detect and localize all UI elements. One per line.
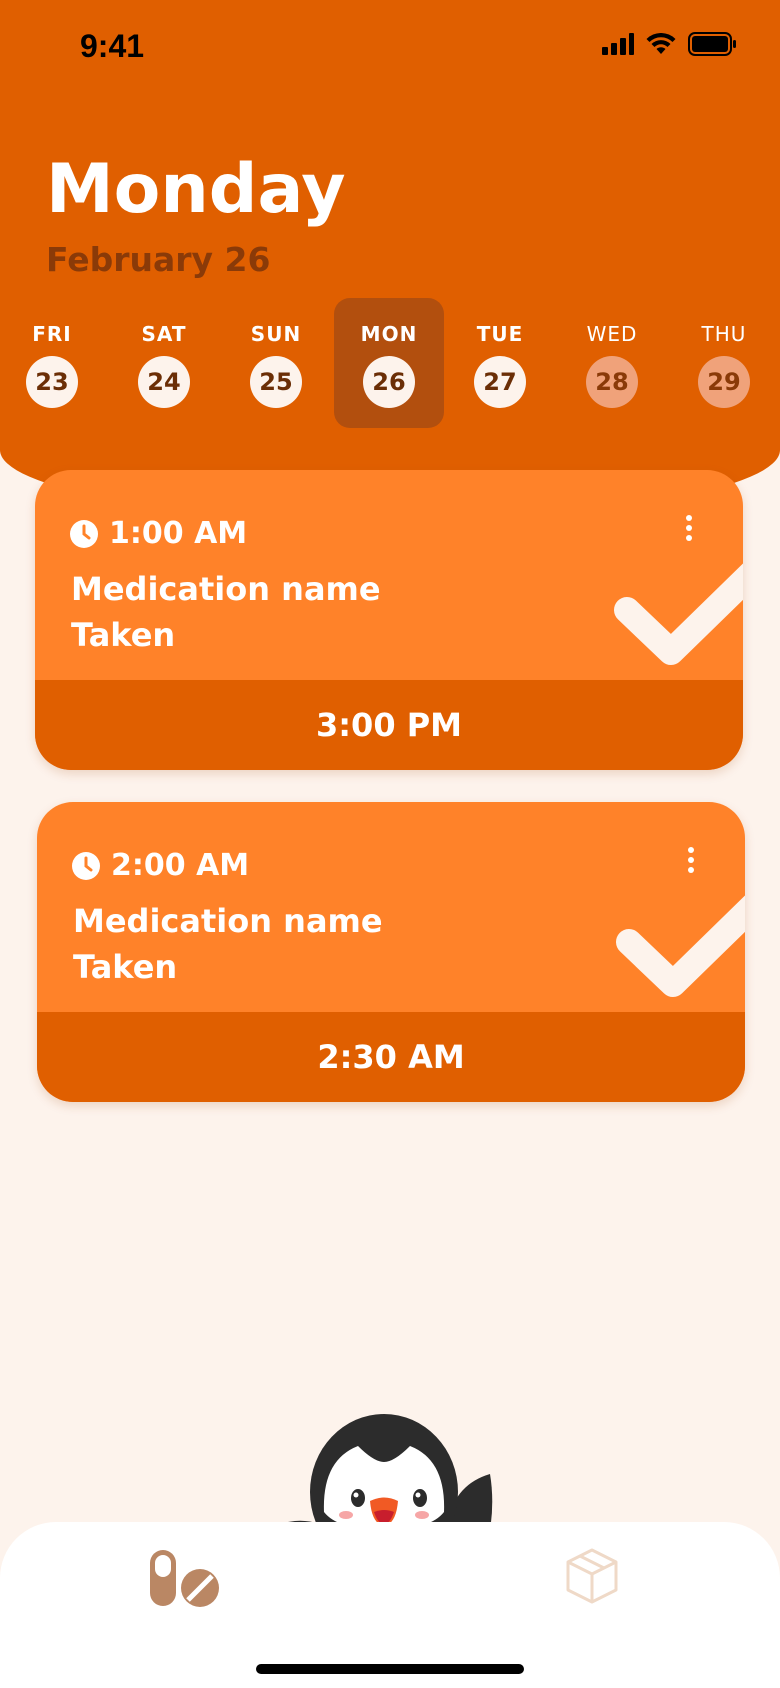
day-name: SAT	[141, 322, 187, 346]
dose-time: 2:00 AM	[71, 848, 249, 883]
day-sat[interactable]: SAT 24	[109, 298, 219, 428]
day-sun[interactable]: SUN 25	[221, 298, 331, 428]
pills-icon[interactable]	[148, 1548, 222, 1608]
day-name: WED	[586, 322, 638, 346]
clock-icon	[72, 851, 100, 880]
page-title: Monday	[46, 150, 346, 229]
week-day-picker: FRI 23 SAT 24 SUN 25 MON 26 TUE 27 WED 2…	[0, 298, 780, 428]
clock-icon	[70, 519, 98, 548]
battery-icon	[688, 32, 736, 56]
taken-at-time: 3:00 PM	[35, 680, 743, 770]
day-number: 27	[474, 356, 526, 408]
box-icon[interactable]	[564, 1546, 620, 1606]
day-number: 28	[586, 356, 638, 408]
day-tue[interactable]: TUE 27	[445, 298, 555, 428]
more-options-icon[interactable]	[679, 508, 699, 548]
day-thu[interactable]: THU 29	[669, 298, 779, 428]
dose-status: Taken	[71, 616, 176, 654]
day-fri[interactable]: FRI 23	[0, 298, 107, 428]
day-wed[interactable]: WED 28	[557, 298, 667, 428]
medication-name: Medication name	[73, 902, 383, 940]
day-name: TUE	[476, 322, 524, 346]
status-bar: 9:41	[0, 0, 780, 90]
day-number: 24	[138, 356, 190, 408]
dose-status: Taken	[73, 948, 178, 986]
day-number: 25	[250, 356, 302, 408]
day-number: 23	[26, 356, 78, 408]
day-number: 26	[363, 356, 415, 408]
day-name: THU	[701, 322, 747, 346]
status-icons	[602, 32, 736, 56]
day-name: MON	[360, 322, 418, 346]
day-name: FRI	[32, 322, 72, 346]
dose-card[interactable]: 2:00 AM Medication name Taken 2:30 AM	[37, 802, 745, 1102]
checkmark-icon	[614, 563, 743, 665]
date-subtitle: February 26	[46, 240, 271, 279]
medication-name: Medication name	[71, 570, 381, 608]
dose-card[interactable]: 1:00 AM Medication name Taken 3:00 PM	[35, 470, 743, 770]
day-number: 29	[698, 356, 750, 408]
dose-time-label: 2:00 AM	[111, 848, 250, 883]
more-options-icon[interactable]	[681, 840, 701, 880]
day-name: SUN	[250, 322, 302, 346]
day-mon[interactable]: MON 26	[334, 298, 444, 428]
cellular-signal-icon	[602, 33, 634, 55]
status-time: 9:41	[80, 28, 145, 64]
home-indicator	[256, 1664, 524, 1674]
taken-at-time: 2:30 AM	[37, 1012, 745, 1102]
wifi-icon	[646, 33, 676, 54]
dose-time-label: 1:00 AM	[109, 516, 248, 551]
dose-time: 1:00 AM	[69, 516, 247, 551]
checkmark-icon	[616, 895, 745, 997]
